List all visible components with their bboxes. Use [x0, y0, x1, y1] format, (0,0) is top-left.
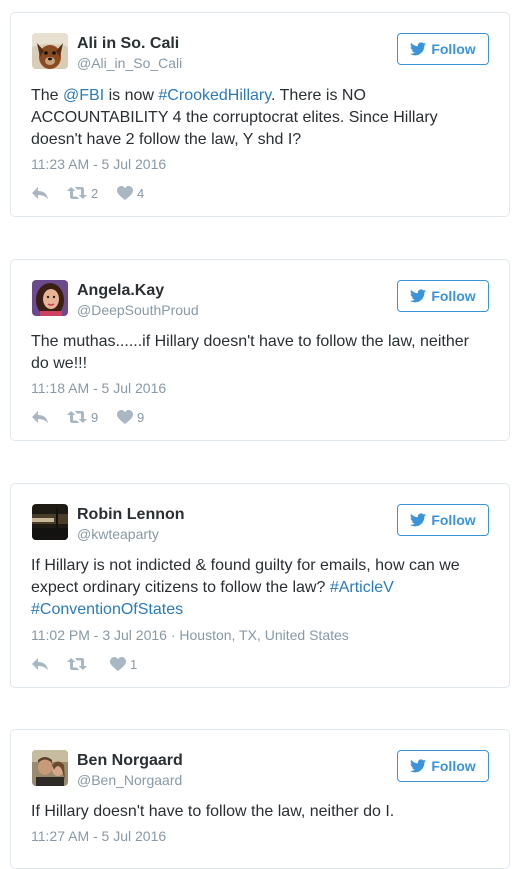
tweet-text-segment: If Hillary doesn't have to follow the la… [31, 803, 395, 820]
reply-button[interactable] [31, 657, 67, 671]
follow-label: Follow [431, 758, 476, 774]
dark-landscape-avatar-icon [32, 504, 68, 540]
timestamp[interactable]: 11:27 AM - 5 Jul 2016 [31, 828, 166, 844]
tweet-text: If Hillary is not indicted & found guilt… [31, 555, 487, 621]
like-button[interactable]: 4 [117, 186, 144, 201]
retweet-icon [67, 187, 87, 199]
username[interactable]: @kwteaparty [77, 526, 159, 542]
reply-button[interactable] [31, 186, 67, 200]
tweet-actions: 2 4 [31, 185, 144, 201]
dog-avatar-icon [32, 33, 68, 69]
like-button[interactable]: 1 [110, 657, 137, 672]
reply-icon [32, 411, 48, 423]
tweet-text-segment: is now [104, 87, 159, 104]
username[interactable]: @DeepSouthProud [77, 302, 199, 318]
mention-link[interactable]: @FBI [63, 87, 104, 104]
hashtag-link[interactable]: #ArticleV [330, 579, 394, 596]
location[interactable]: Houston, TX, United States [179, 627, 348, 643]
retweet-count: 9 [91, 409, 99, 425]
like-count: 1 [130, 656, 138, 672]
retweet-button[interactable]: 2 [67, 186, 117, 201]
twitter-bird-icon [410, 289, 427, 303]
tweet-meta: 11:18 AM - 5 Jul 2016 [31, 380, 166, 396]
tweet-card: Ali in So. Cali @Ali_in_So_Cali Follow T… [10, 12, 510, 217]
retweet-button[interactable]: 9 [67, 410, 117, 425]
follow-label: Follow [431, 512, 476, 528]
hashtag-link[interactable]: #ConventionOfStates [31, 601, 183, 618]
heart-icon [117, 410, 133, 424]
tweet-meta: 11:02 PM - 3 Jul 2016 · Houston, TX, Uni… [31, 627, 349, 643]
like-count: 9 [137, 409, 145, 425]
tweet-text: If Hillary doesn't have to follow the la… [31, 801, 487, 823]
twitter-bird-icon [410, 759, 427, 773]
tweet-actions: 1 [31, 656, 137, 672]
follow-label: Follow [431, 41, 476, 57]
woman-avatar-icon [32, 280, 68, 316]
follow-button[interactable]: Follow [397, 504, 489, 536]
twitter-bird-icon [410, 513, 427, 527]
tweet-card: Angela.Kay @DeepSouthProud Follow The mu… [10, 259, 510, 441]
tweet-card: Ben Norgaard @Ben_Norgaard Follow If Hil… [10, 729, 510, 869]
username[interactable]: @Ali_in_So_Cali [77, 55, 182, 71]
twitter-bird-icon [410, 42, 427, 56]
tweet-text: The muthas......if Hillary doesn't have … [31, 331, 487, 375]
tweet-text-segment: The [31, 87, 64, 104]
tweet-text-segment: The muthas......if Hillary doesn't have … [31, 333, 469, 372]
avatar[interactable] [32, 33, 68, 69]
heart-icon [117, 186, 133, 200]
heart-icon [110, 657, 126, 671]
avatar[interactable] [32, 750, 68, 786]
like-button[interactable]: 9 [117, 410, 144, 425]
follow-button[interactable]: Follow [397, 33, 489, 65]
man-avatar-icon [32, 750, 68, 786]
follow-button[interactable]: Follow [397, 750, 489, 782]
retweet-button[interactable] [67, 657, 110, 671]
hashtag-link[interactable]: #CrookedHillary [158, 87, 271, 104]
reply-icon [32, 187, 48, 199]
retweet-icon [67, 658, 87, 670]
retweet-count: 2 [91, 185, 99, 201]
tweet-card: Robin Lennon @kwteaparty Follow If Hilla… [10, 483, 510, 688]
follow-label: Follow [431, 288, 476, 304]
display-name[interactable]: Ali in So. Cali [77, 35, 179, 53]
tweet-text: The @FBI is now #CrookedHillary. There i… [31, 85, 487, 151]
timestamp[interactable]: 11:18 AM - 5 Jul 2016 [31, 380, 166, 396]
reply-icon [32, 658, 48, 670]
like-count: 4 [137, 185, 145, 201]
tweet-actions: 9 9 [31, 409, 144, 425]
timestamp[interactable]: 11:02 PM - 3 Jul 2016 [31, 627, 167, 643]
follow-button[interactable]: Follow [397, 280, 489, 312]
display-name[interactable]: Angela.Kay [77, 282, 164, 300]
username[interactable]: @Ben_Norgaard [77, 772, 182, 788]
display-name[interactable]: Robin Lennon [77, 506, 185, 524]
retweet-icon [67, 411, 87, 423]
reply-button[interactable] [31, 410, 67, 424]
tweet-meta: 11:27 AM - 5 Jul 2016 [31, 828, 166, 844]
avatar[interactable] [32, 280, 68, 316]
tweet-text-segment: If Hillary is not indicted & found guilt… [31, 557, 460, 596]
tweet-meta: 11:23 AM - 5 Jul 2016 [31, 156, 166, 172]
avatar[interactable] [32, 504, 68, 540]
display-name[interactable]: Ben Norgaard [77, 752, 183, 770]
timestamp[interactable]: 11:23 AM - 5 Jul 2016 [31, 156, 166, 172]
